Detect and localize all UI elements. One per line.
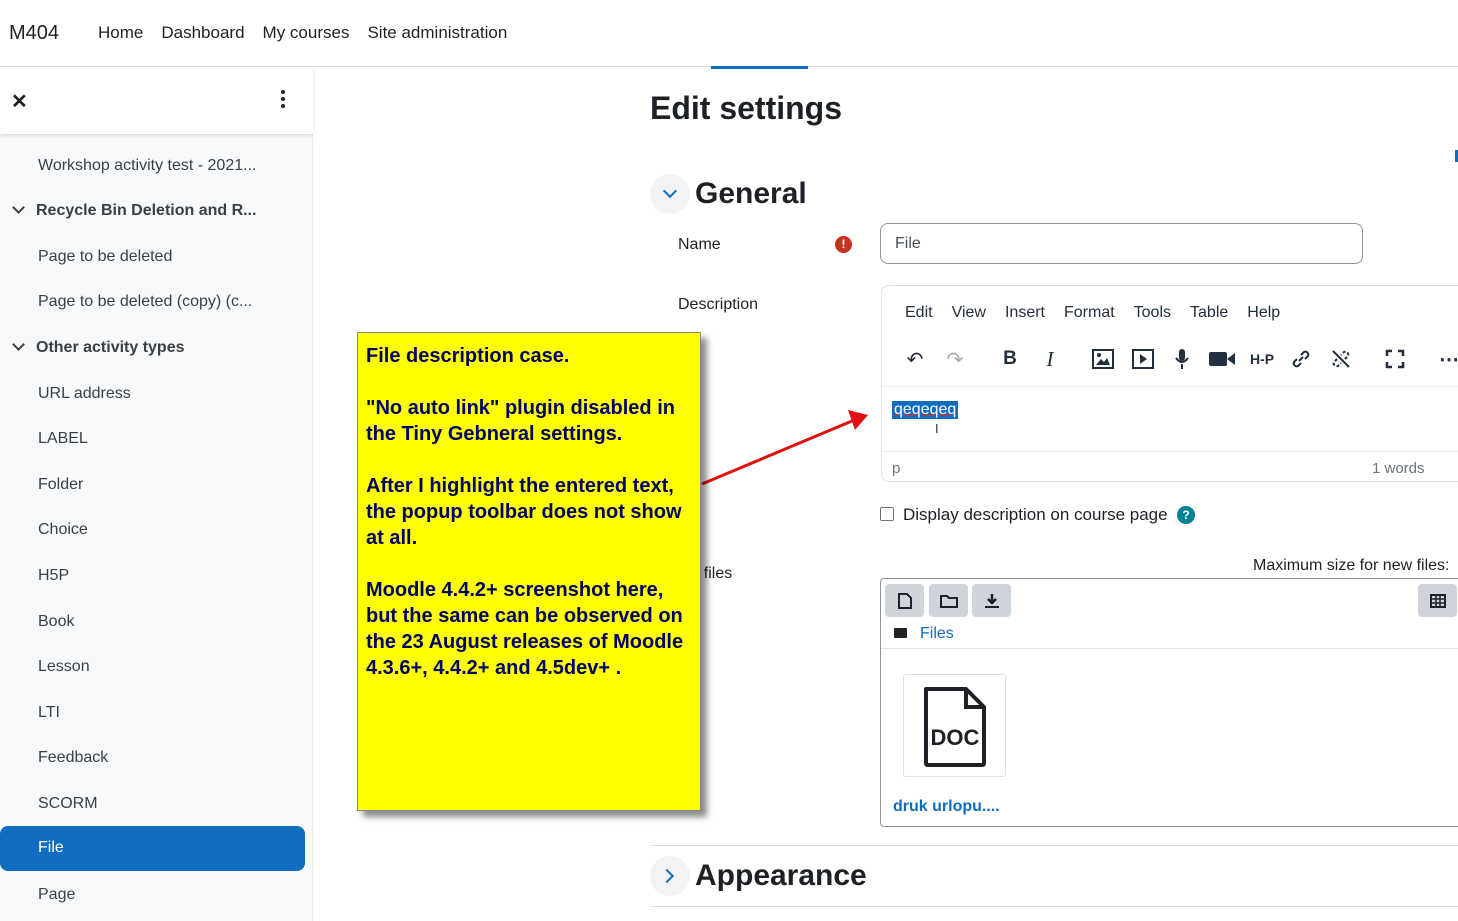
- sidebar-section-recycle-bin[interactable]: Recycle Bin Deletion and R...: [12, 201, 257, 220]
- display-description-checkbox[interactable]: [880, 507, 894, 521]
- note-paragraph: "No auto link" plugin disabled in the Ti…: [366, 397, 675, 445]
- sidebar-item-lti[interactable]: LTI: [38, 704, 60, 722]
- sidebar-item-book[interactable]: Book: [38, 613, 74, 631]
- file-manager-toolbar: Files: [881, 579, 1458, 649]
- fullscreen-icon[interactable]: [1380, 344, 1410, 374]
- h5p-icon[interactable]: H-P: [1246, 344, 1278, 374]
- image-icon[interactable]: [1088, 344, 1118, 374]
- sidebar-item-folder[interactable]: Folder: [38, 476, 83, 494]
- sidebar-item-page-copy[interactable]: Page to be deleted (copy) (c...: [38, 293, 252, 311]
- link-icon[interactable]: [1286, 344, 1316, 374]
- editor-content-area[interactable]: qeqeqeq I: [882, 386, 1458, 451]
- doc-file-type: DOC: [931, 725, 980, 750]
- description-label: Description: [678, 296, 759, 313]
- tiny-editor: Edit View Insert Format Tools Table Help…: [881, 285, 1458, 482]
- chevron-down-icon: [662, 183, 678, 199]
- sidebar-item-url[interactable]: URL address: [38, 385, 131, 403]
- unlink-icon[interactable]: [1326, 344, 1356, 374]
- sidebar-item-file-active[interactable]: File: [0, 826, 305, 871]
- close-icon[interactable]: ✕: [11, 89, 28, 114]
- sidebar-item-page[interactable]: Page: [38, 886, 75, 904]
- doc-file-icon: DOC: [924, 687, 986, 767]
- menu-edit[interactable]: Edit: [905, 304, 933, 322]
- chevron-down-icon[interactable]: [12, 338, 25, 351]
- sidebar-item-lesson[interactable]: Lesson: [38, 658, 90, 676]
- note-paragraph: After I highlight the entered text, the …: [366, 475, 682, 549]
- note-paragraph: File description case.: [366, 345, 570, 367]
- sidebar-item-workshop[interactable]: Workshop activity test - 2021...: [38, 157, 256, 175]
- general-collapse-toggle[interactable]: [650, 174, 690, 214]
- grid-view-icon[interactable]: [1418, 584, 1457, 617]
- menu-tools[interactable]: Tools: [1134, 304, 1171, 322]
- name-label: Name: [678, 236, 721, 253]
- media-icon[interactable]: [1128, 344, 1158, 374]
- text-cursor-icon: I: [935, 421, 939, 436]
- required-icon: !: [835, 236, 852, 253]
- add-file-icon[interactable]: [885, 584, 924, 617]
- section-title-appearance: Appearance: [695, 859, 867, 892]
- nav-my-courses[interactable]: My courses: [263, 23, 350, 43]
- sidebar-section-label: Other activity types: [36, 339, 185, 356]
- active-tab-indicator: [711, 66, 808, 69]
- top-navbar: M404 Home Dashboard My courses Site admi…: [0, 0, 1458, 67]
- primary-nav: Home Dashboard My courses Site administr…: [98, 23, 507, 43]
- undo-icon[interactable]: ↶: [900, 344, 930, 374]
- sidebar-item-scorm[interactable]: SCORM: [38, 795, 98, 813]
- menu-view[interactable]: View: [952, 304, 986, 322]
- menu-insert[interactable]: Insert: [1005, 304, 1045, 322]
- site-brand[interactable]: M404: [9, 22, 59, 45]
- section-title-general: General: [695, 177, 807, 210]
- sidebar-item-label[interactable]: LABEL: [38, 430, 88, 448]
- editor-menubar: Edit View Insert Format Tools Table Help: [905, 304, 1280, 322]
- menu-format[interactable]: Format: [1064, 304, 1115, 322]
- create-folder-icon[interactable]: [929, 584, 968, 617]
- redo-icon[interactable]: ↷: [940, 344, 970, 374]
- chevron-down-icon[interactable]: [12, 201, 25, 214]
- sidebar-item-label: File: [38, 839, 64, 856]
- more-tools-icon[interactable]: ⋯: [1434, 344, 1458, 374]
- section-divider: [650, 845, 1458, 846]
- sidebar-item-page-to-be-deleted[interactable]: Page to be deleted: [38, 248, 172, 266]
- display-description-label[interactable]: Display description on course page: [903, 505, 1168, 525]
- more-options-icon[interactable]: [274, 87, 292, 115]
- file-name[interactable]: druk urlopu....: [893, 798, 1000, 816]
- drawer-header: ✕: [0, 67, 313, 134]
- download-icon[interactable]: [972, 584, 1011, 617]
- max-size-label: Maximum size for new files:: [1253, 557, 1450, 574]
- course-index-drawer: ✕ Workshop activity test - 2021... Recyc…: [0, 67, 313, 921]
- name-input[interactable]: [880, 223, 1363, 264]
- menu-table[interactable]: Table: [1190, 304, 1228, 322]
- page-title: Edit settings: [650, 90, 843, 126]
- selected-text[interactable]: qeqeqeq: [892, 401, 959, 419]
- file-thumbnail[interactable]: DOC: [903, 674, 1006, 777]
- nav-home[interactable]: Home: [98, 23, 143, 43]
- chevron-right-icon: [659, 868, 675, 884]
- sidebar-item-feedback[interactable]: Feedback: [38, 749, 108, 767]
- file-breadcrumb: Files: [894, 625, 954, 643]
- help-icon[interactable]: ?: [1177, 506, 1195, 524]
- word-count: 1 words: [1372, 460, 1425, 477]
- editor-statusbar: p 1 words: [882, 451, 1458, 482]
- note-paragraph: Moodle 4.4.2+ screenshot here, but the s…: [366, 579, 684, 679]
- annotation-note: File description case. "No auto link" pl…: [357, 332, 701, 811]
- italic-icon[interactable]: I: [1035, 344, 1065, 374]
- bold-icon[interactable]: B: [995, 344, 1025, 374]
- sidebar-section-label: Recycle Bin Deletion and R...: [36, 202, 257, 219]
- nav-dashboard[interactable]: Dashboard: [161, 23, 244, 43]
- microphone-icon[interactable]: [1167, 344, 1197, 374]
- sidebar-item-choice[interactable]: Choice: [38, 521, 88, 539]
- video-camera-icon[interactable]: [1207, 344, 1237, 374]
- folder-icon: [894, 628, 907, 638]
- nav-site-administration[interactable]: Site administration: [367, 23, 507, 43]
- sidebar-section-other-activity-types[interactable]: Other activity types: [12, 338, 185, 357]
- section-divider: [650, 906, 1458, 907]
- files-root-link[interactable]: Files: [920, 625, 954, 642]
- menu-help[interactable]: Help: [1247, 304, 1280, 322]
- sidebar-item-h5p[interactable]: H5P: [38, 567, 69, 585]
- file-manager: Files DOC druk urlopu....: [880, 578, 1458, 827]
- appearance-collapse-toggle[interactable]: [650, 856, 690, 896]
- element-path[interactable]: p: [892, 460, 900, 477]
